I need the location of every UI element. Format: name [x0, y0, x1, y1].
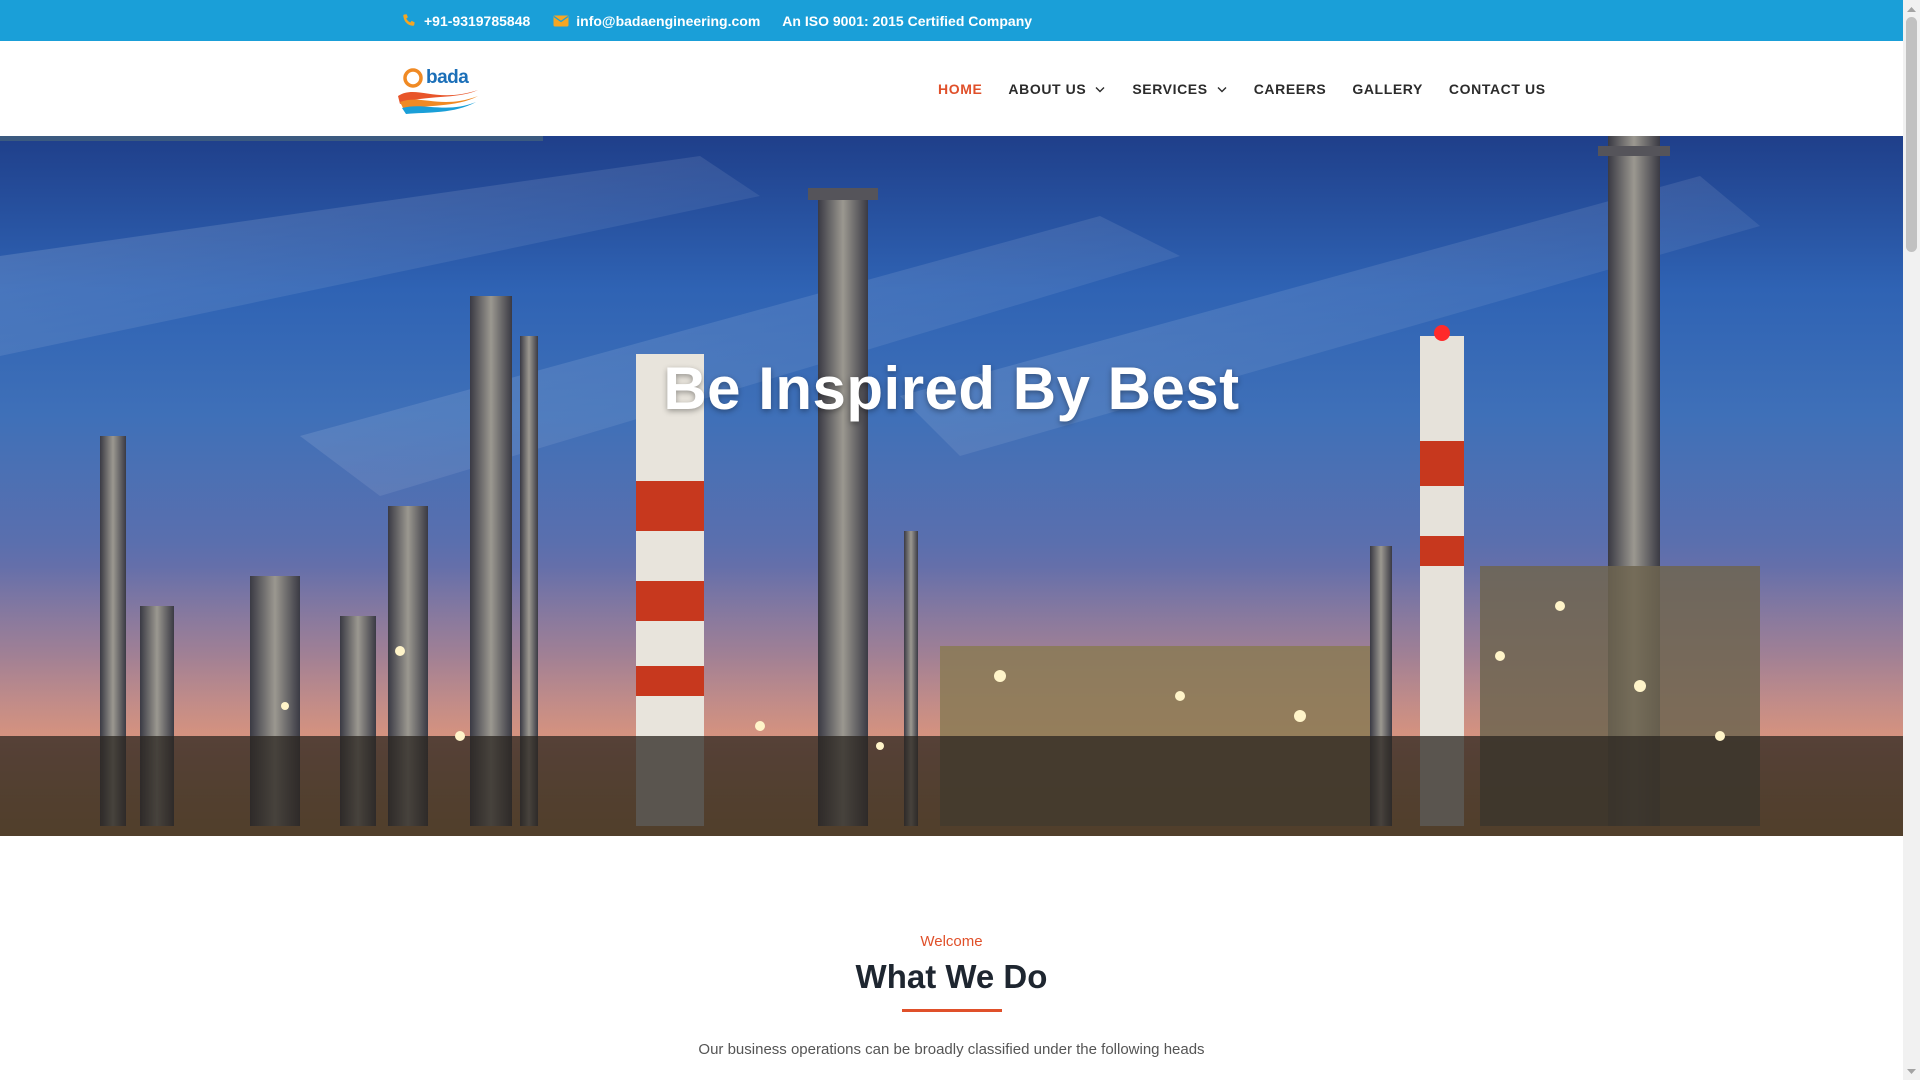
site-header: bada HOME ABOUT US SERVICES CAREERS GALL… — [0, 41, 1903, 136]
nav-careers[interactable]: CAREERS — [1254, 81, 1327, 97]
chevron-down-icon — [1217, 86, 1227, 92]
refinery-hero-image — [0, 136, 1903, 836]
slider-progress-bar — [0, 136, 543, 141]
logo-wordmark: bada — [426, 67, 469, 88]
email-address: info@badaengineering.com — [576, 12, 761, 29]
certification-text: An ISO 9001: 2015 Certified Company — [782, 13, 1032, 29]
bada-logo[interactable]: bada — [396, 64, 480, 114]
hero-slider: Be Inspired By Best — [0, 136, 1903, 836]
phone-link[interactable]: +91-9319785848 — [400, 12, 530, 30]
top-contact-bar: +91-9319785848 info@badaengineering.com … — [0, 0, 1903, 41]
nav-services-label: SERVICES — [1132, 80, 1208, 97]
scroll-down-arrow-icon[interactable] — [1903, 1063, 1920, 1080]
email-link[interactable]: info@badaengineering.com — [552, 12, 760, 30]
hero-title: Be Inspired By Best — [663, 355, 1240, 422]
scrollbar-thumb[interactable] — [1906, 17, 1917, 252]
nav-contact-us[interactable]: CONTACT US — [1449, 81, 1546, 97]
heading-underline — [902, 1009, 1002, 1012]
main-nav: HOME ABOUT US SERVICES CAREERS GALLERY C… — [938, 41, 1572, 136]
top-contact-bar-inner: +91-9319785848 info@badaengineering.com … — [400, 0, 1054, 41]
phone-icon — [400, 12, 418, 30]
nav-contact-us-label: CONTACT US — [1448, 80, 1546, 97]
envelope-icon — [552, 12, 570, 30]
nav-gallery[interactable]: GALLERY — [1352, 81, 1423, 97]
nav-about-us[interactable]: ABOUT US — [1008, 81, 1106, 97]
welcome-section: Welcome What We Do Our business operatio… — [0, 836, 1903, 1080]
nav-gallery-label: GALLERY — [1352, 80, 1423, 97]
nav-home[interactable]: HOME — [938, 81, 982, 97]
nav-home-label: HOME — [938, 80, 983, 97]
certification-label: An ISO 9001: 2015 Certified Company — [782, 12, 1033, 29]
section-kicker: Welcome — [920, 933, 983, 950]
section-heading: What We Do — [855, 958, 1048, 995]
section-description: Our business operations can be broadly c… — [698, 1041, 1205, 1058]
nav-about-us-label: ABOUT US — [1008, 80, 1087, 97]
phone-number: +91-9319785848 — [424, 12, 531, 29]
scroll-up-arrow-icon[interactable] — [1903, 0, 1920, 17]
nav-careers-label: CAREERS — [1253, 80, 1327, 97]
chevron-down-icon — [1095, 86, 1105, 92]
nav-services[interactable]: SERVICES — [1132, 81, 1227, 97]
